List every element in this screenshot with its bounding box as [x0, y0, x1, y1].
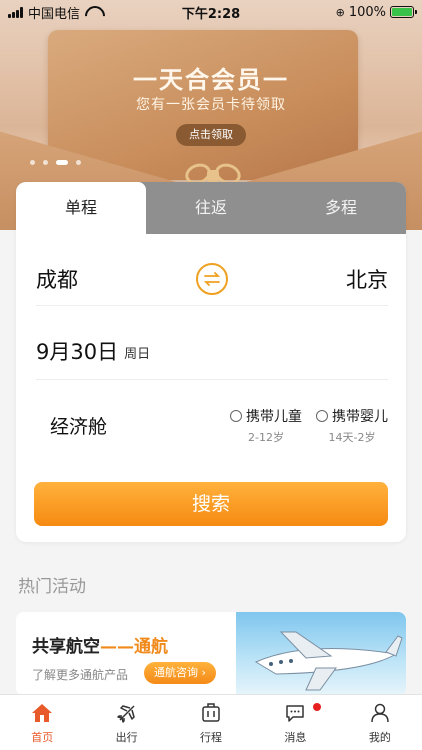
section-title: 热门活动	[18, 577, 86, 597]
tab-multi-city[interactable]: 多程	[276, 182, 406, 234]
airplane-icon	[115, 701, 139, 725]
nav-travel[interactable]: 出行	[84, 695, 168, 750]
infant-age-range: 14天-2岁	[328, 430, 376, 444]
battery-icon	[390, 6, 417, 18]
tab-round-trip[interactable]: 往返	[146, 182, 276, 234]
lock-rotation-icon: ⊕	[335, 5, 345, 19]
bottom-nav: 首页 出行 行程 消息 我的	[0, 694, 422, 750]
chat-icon	[283, 701, 307, 725]
date-row[interactable]: 9月30日 周日	[36, 322, 388, 380]
child-age-range: 2-12岁	[248, 430, 284, 444]
banner-title: 一天合会员一	[133, 66, 289, 94]
nav-profile-label: 我的	[368, 730, 391, 744]
flight-search-card: 单程 往返 多程 成都 北京 9月30日 周日 经济舱 携带儿童 2-12岁 携…	[16, 182, 406, 542]
wifi-icon	[85, 6, 101, 18]
nav-itinerary-label: 行程	[200, 730, 223, 744]
jet-image	[236, 612, 406, 696]
arrival-city[interactable]: 北京	[346, 264, 388, 294]
luggage-icon	[199, 701, 223, 725]
pager-dot[interactable]	[76, 160, 81, 165]
child-radio[interactable]	[230, 409, 242, 422]
trip-type-tabs: 单程 往返 多程	[16, 182, 406, 234]
search-button[interactable]: 搜索	[34, 482, 388, 526]
home-icon	[30, 701, 54, 725]
promo-title-main: 共享航空	[32, 637, 100, 657]
swap-cities-icon[interactable]	[196, 262, 228, 295]
cabin-row: 经济舱 携带儿童 2-12岁 携带婴儿 14天-2岁	[36, 394, 388, 456]
carrier-label: 中国电信	[28, 6, 81, 22]
unread-badge	[313, 703, 322, 711]
nav-travel-label: 出行	[115, 730, 138, 744]
infant-label: 携带婴儿	[332, 408, 388, 425]
infant-option[interactable]: 携带婴儿 14天-2岁	[316, 406, 388, 445]
status-right: ⊕ 100%	[335, 4, 417, 20]
status-left: 中国电信	[8, 3, 101, 22]
nav-itinerary[interactable]: 行程	[169, 695, 253, 750]
infant-radio[interactable]	[316, 409, 328, 422]
promo-card[interactable]: 共享航空——通航 了解更多通航产品 通航咨询 ›	[16, 612, 406, 696]
pager-dot[interactable]	[30, 160, 35, 165]
nav-home-label: 首页	[31, 730, 54, 744]
promo-cta-button[interactable]: 通航咨询 ›	[144, 662, 216, 684]
departure-city[interactable]: 成都	[36, 264, 78, 294]
promo-subtitle: 了解更多通航产品	[32, 668, 129, 682]
passenger-options: 携带儿童 2-12岁 携带婴儿 14天-2岁	[230, 406, 388, 445]
banner-subtitle: 您有一张会员卡待领取	[136, 97, 286, 113]
promo-title-dash: ——	[100, 637, 134, 657]
nav-messages[interactable]: 消息	[253, 695, 337, 750]
status-bar: 中国电信 下午2:28 ⊕ 100%	[0, 0, 422, 24]
cabin-class[interactable]: 经济舱	[50, 412, 107, 439]
departure-weekday: 周日	[124, 347, 151, 362]
promo-title: 共享航空——通航	[32, 632, 168, 657]
battery-percent: 100%	[348, 4, 386, 20]
nav-home[interactable]: 首页	[0, 695, 84, 750]
child-label: 携带儿童	[246, 408, 302, 425]
signal-icon	[8, 6, 23, 18]
nav-profile[interactable]: 我的	[338, 695, 422, 750]
banner-pager[interactable]	[30, 160, 81, 165]
pager-dot-active[interactable]	[56, 160, 68, 165]
child-option[interactable]: 携带儿童 2-12岁	[230, 406, 302, 445]
departure-date[interactable]: 9月30日	[36, 336, 118, 366]
claim-button[interactable]: 点击领取	[176, 124, 246, 146]
city-row: 成都 北京	[36, 252, 388, 306]
user-icon	[368, 701, 392, 725]
pager-dot[interactable]	[43, 160, 48, 165]
promo-title-highlight: 通航	[134, 637, 168, 657]
tab-one-way[interactable]: 单程	[16, 182, 146, 234]
nav-messages-label: 消息	[284, 730, 307, 744]
